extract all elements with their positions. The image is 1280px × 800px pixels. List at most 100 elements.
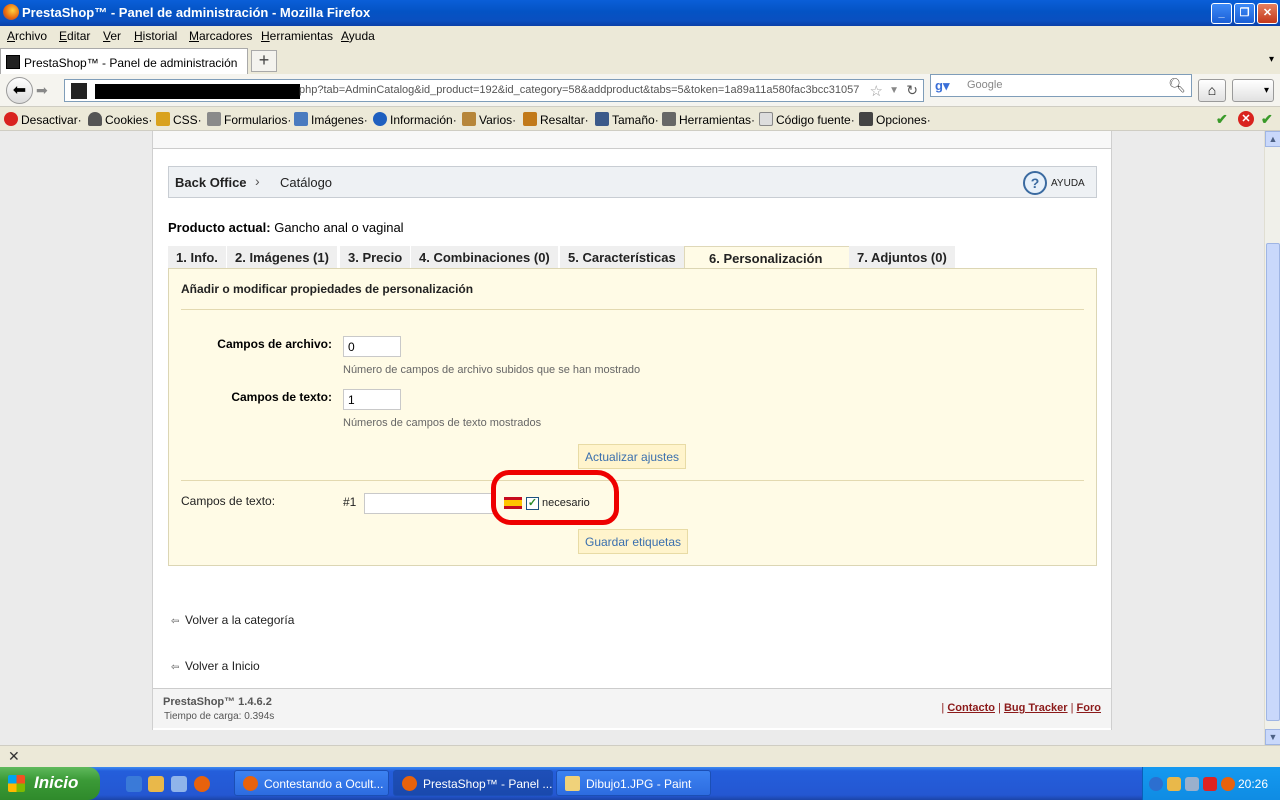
menu-marcadores[interactable]: Marcadores xyxy=(189,29,252,43)
devbar-tools[interactable]: Herramientas· xyxy=(662,112,755,127)
devbar-css[interactable]: CSS· xyxy=(156,112,202,127)
text-field-label-input[interactable] xyxy=(364,493,494,514)
new-tab-button[interactable]: + xyxy=(251,50,277,72)
menu-herramientas[interactable]: Herramientas xyxy=(261,29,333,43)
ie-quicklaunch-icon[interactable] xyxy=(126,776,142,792)
find-bar: ✕ xyxy=(0,745,1280,767)
scroll-thumb[interactable] xyxy=(1266,243,1280,721)
firefox-quicklaunch-icon[interactable] xyxy=(194,776,210,792)
back-to-category-link[interactable]: ⇦ Volver a la categoría xyxy=(171,613,294,627)
scroll-down-icon[interactable]: ▼ xyxy=(1265,729,1280,745)
close-findbar-icon[interactable]: ✕ xyxy=(8,748,20,765)
tab-list-icon[interactable]: ▾ xyxy=(1269,54,1274,65)
tray-antivirus-icon[interactable] xyxy=(1203,777,1217,791)
tab-info[interactable]: 1. Info. xyxy=(168,246,226,269)
forum-link[interactable]: Foro xyxy=(1077,702,1101,714)
tab-combinations[interactable]: 4. Combinaciones (0) xyxy=(411,246,558,269)
close-button[interactable]: ✕ xyxy=(1257,3,1278,24)
devbar-options[interactable]: Opciones· xyxy=(859,112,931,127)
devbar-disable[interactable]: Desactivar· xyxy=(4,112,82,127)
back-to-home-link[interactable]: ⇦ Volver a Inicio xyxy=(171,659,260,673)
misc-icon xyxy=(462,112,476,126)
tray-clock[interactable]: 20:26 xyxy=(1238,777,1268,791)
windows-logo-icon xyxy=(8,775,25,792)
url-text[interactable]: php?tab=AdminCatalog&id_product=192&id_c… xyxy=(299,84,859,96)
devbar-forms[interactable]: Formularios· xyxy=(207,112,291,127)
menu-ayuda[interactable]: Ayuda xyxy=(341,29,375,43)
addon-menu-button[interactable]: ▾ xyxy=(1232,79,1274,102)
devbar-source[interactable]: Código fuente· xyxy=(759,112,855,127)
site-identity-icon[interactable] xyxy=(71,83,87,99)
taskbar-item-paint-label: Dibujo1.JPG - Paint xyxy=(586,777,692,791)
devbar-resize[interactable]: Tamaño· xyxy=(595,112,659,127)
browser-tab[interactable]: PrestaShop™ - Panel de administración xyxy=(0,48,248,74)
file-fields-hint: Número de campos de archivo subidos que … xyxy=(343,364,641,376)
menu-ver[interactable]: Ver xyxy=(103,29,121,43)
taskbar-item-mail[interactable]: Contestando a Ocult... xyxy=(234,770,389,796)
forward-button[interactable]: ➡ xyxy=(36,82,48,99)
panel-divider xyxy=(181,309,1084,310)
valid-check-icon-2[interactable]: ✔ xyxy=(1261,111,1273,128)
menu-editar[interactable]: Editar xyxy=(59,29,90,43)
contact-link[interactable]: Contacto xyxy=(947,702,995,714)
url-history-dropdown-icon[interactable]: ▼ xyxy=(889,85,899,96)
devbar-outline[interactable]: Resaltar· xyxy=(523,112,589,127)
page-footer: PrestaShop™ 1.4.6.2 Tiempo de carga: 0.3… xyxy=(153,688,1111,728)
google-search-engine-icon[interactable]: g▾ xyxy=(935,78,951,94)
error-icon[interactable]: ✕ xyxy=(1238,111,1254,127)
file-fields-input[interactable]: 0 xyxy=(343,336,401,357)
tab-customization[interactable]: 6. Personalización xyxy=(684,246,852,269)
taskbar-item-paint[interactable]: Dibujo1.JPG - Paint xyxy=(556,770,711,796)
home-button[interactable]: ⌂ xyxy=(1198,79,1226,102)
customization-panel: Añadir o modificar propiedades de person… xyxy=(168,268,1097,566)
menu-historial[interactable]: Historial xyxy=(134,29,177,43)
search-bar[interactable]: g▾ Google 🔍︎ xyxy=(930,74,1192,97)
scroll-up-icon[interactable]: ▲ xyxy=(1265,131,1280,147)
vertical-scrollbar[interactable]: ▲ ▼ xyxy=(1264,131,1280,745)
devbar-misc[interactable]: Varios· xyxy=(462,112,516,127)
update-settings-button[interactable]: Actualizar ajustes xyxy=(578,444,687,469)
valid-check-icon[interactable]: ✔ xyxy=(1216,111,1228,128)
devbar-resize-label: Tamaño· xyxy=(612,113,659,127)
maximize-button[interactable]: ❐ xyxy=(1234,3,1255,24)
text-fields-hint: Números de campos de texto mostrados xyxy=(343,417,542,429)
devbar-outline-label: Resaltar· xyxy=(540,113,589,127)
tab-attachments[interactable]: 7. Adjuntos (0) xyxy=(849,246,955,269)
tab-images[interactable]: 2. Imágenes (1) xyxy=(227,246,337,269)
devbar-options-label: Opciones· xyxy=(876,113,931,127)
url-bar[interactable]: php?tab=AdminCatalog&id_product=192&id_c… xyxy=(64,79,924,102)
tray-firefox-icon[interactable] xyxy=(1221,777,1235,791)
source-icon xyxy=(759,112,773,126)
thunderbird-quicklaunch-icon[interactable] xyxy=(148,776,164,792)
firefox-task-icon xyxy=(243,776,258,791)
tab-price[interactable]: 3. Precio xyxy=(340,246,411,269)
tools-icon xyxy=(662,112,676,126)
search-magnifier-icon[interactable]: 🔍︎ xyxy=(1168,77,1186,94)
tray-network-icon[interactable] xyxy=(1185,777,1199,791)
help-label[interactable]: AYUDA xyxy=(1051,178,1085,189)
save-labels-button[interactable]: Guardar etiquetas xyxy=(578,529,689,554)
breadcrumb-root[interactable]: Back Office xyxy=(175,175,247,190)
devbar-images[interactable]: Imágenes· xyxy=(294,112,368,127)
breadcrumb-current[interactable]: Catálogo xyxy=(280,175,332,190)
back-button[interactable]: ⬅ xyxy=(6,77,33,104)
devbar-information[interactable]: Información· xyxy=(373,112,457,127)
devbar-information-label: Información· xyxy=(390,113,457,127)
start-button[interactable]: Inicio xyxy=(0,767,100,800)
bug-tracker-link[interactable]: Bug Tracker xyxy=(1004,702,1068,714)
desktop-quicklaunch-icon[interactable] xyxy=(171,776,187,792)
minimize-button[interactable]: _ xyxy=(1211,3,1232,24)
current-product-label: Producto actual: xyxy=(168,220,271,235)
forms-icon xyxy=(207,112,221,126)
devbar-cookies[interactable]: Cookies· xyxy=(88,112,152,127)
tray-expand-icon[interactable] xyxy=(1149,777,1163,791)
help-icon[interactable]: ? xyxy=(1023,171,1047,195)
taskbar-item-prestashop[interactable]: PrestaShop™ - Panel ... xyxy=(393,770,553,796)
menu-archivo[interactable]: Archivo xyxy=(7,29,47,43)
tray-mail-icon[interactable] xyxy=(1167,777,1181,791)
images-icon xyxy=(294,112,308,126)
text-fields-input[interactable]: 1 xyxy=(343,389,401,410)
reload-icon[interactable]: ↻ xyxy=(906,82,918,99)
bookmark-star-icon[interactable]: ☆ xyxy=(870,82,883,100)
tab-features[interactable]: 5. Características xyxy=(560,246,684,269)
